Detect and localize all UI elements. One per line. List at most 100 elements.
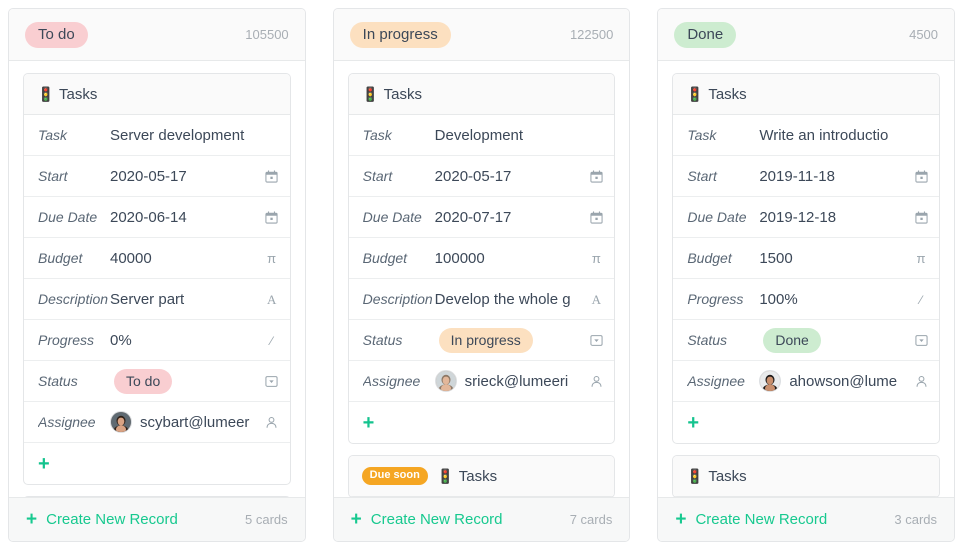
attribute-row[interactable]: Assignee scybart@lumeer [24,402,290,443]
attribute-value[interactable]: ahowson@lume [759,370,913,392]
attribute-value[interactable]: 2019-11-18 [759,168,913,185]
plus-icon[interactable]: + [38,454,50,474]
record-card[interactable]: Due soon 🚦 Tasks [347,455,616,497]
percent-icon: ⁄ [920,292,923,307]
add-attribute-row[interactable]: + [349,402,615,443]
attribute-row[interactable]: Budget 1500 π [673,238,940,279]
traffic-light-icon: 🚦 [686,468,704,484]
user-icon [913,375,929,388]
attribute-value[interactable]: Develop the whole g [435,291,589,308]
record-card-header[interactable]: 🚦 Tasks [348,74,615,115]
calendar-icon [588,169,604,183]
attribute-row[interactable]: Description Server part A [24,279,290,320]
attribute-row[interactable]: Task Write an introductio [673,115,940,156]
percent-icon: ⁄ [270,333,273,348]
attribute-value[interactable]: Development [435,127,589,144]
create-new-record-label: Create New Record [46,511,178,528]
record-card-title: Tasks [708,85,747,103]
number-pi-icon: π [591,250,601,266]
text-a-icon: A [266,291,277,307]
attribute-value[interactable]: scybart@lumeer [110,411,264,433]
attribute-label: Due Date [687,209,747,225]
attribute-row[interactable]: Due Date 2020-06-14 [24,197,290,238]
create-new-record-button[interactable]: + Create New Record [675,510,827,529]
record-card[interactable]: 🚦 Tasks Task Server development Start 2020-05… [23,73,291,485]
attribute-row[interactable]: Start 2020-05-17 [24,156,290,197]
attribute-value[interactable]: 40000 [110,250,264,267]
attribute-value[interactable]: Write an introductio [759,127,913,144]
attribute-row[interactable]: Progress 0% ⁄ [24,320,290,361]
attribute-row[interactable]: Assignee ahowson@lume [673,361,940,402]
record-card-header[interactable]: 🚦 Tasks [24,74,290,115]
attribute-value[interactable]: 1500 [759,250,913,267]
attribute-row[interactable]: Start 2020-05-17 [348,156,615,197]
create-new-record-button[interactable]: + Create New Record [26,510,178,529]
record-card-title: Tasks [708,467,747,485]
column-sum: 105500 [245,27,289,42]
attribute-row[interactable]: Budget 40000 π [24,238,290,279]
record-card-header[interactable]: Due soon 🚦 Tasks [348,456,615,497]
attribute-row[interactable]: Budget 100000 π [348,238,615,279]
attribute-value[interactable]: 100% [759,291,913,308]
plus-icon: + [675,509,687,530]
add-attribute-row[interactable]: + [24,443,290,484]
column-title-badge[interactable]: Done [674,21,737,48]
column-title-badge[interactable]: In progress [349,21,451,48]
attribute-value[interactable]: To do [110,368,264,394]
attribute-value[interactable]: 0% [110,332,264,349]
record-card-header[interactable]: 🚦 Tasks [673,456,940,497]
kanban-column-to-do: To do 105500 🚦 Tasks Task Server development S… [0,0,314,550]
attribute-label: Status [362,332,403,348]
attribute-value[interactable]: srieck@lumeeri [434,370,589,392]
add-attribute-row[interactable]: + [673,402,939,443]
attribute-row[interactable]: Status To do [24,361,290,402]
column-title-badge[interactable]: To do [25,21,88,48]
column-card-list[interactable]: 🚦 Tasks Task Write an introductio Start 2019-… [658,61,955,497]
card-count: 3 cards [894,512,938,527]
calendar-icon [264,210,280,224]
record-card-title: Tasks [458,467,498,485]
select-box-icon [588,334,604,347]
card-count: 5 cards [245,512,288,527]
attribute-value[interactable]: Done [759,327,913,353]
assignee-email: srieck@lumeeri [464,372,569,390]
attribute-row[interactable]: Task Development [348,115,615,156]
record-card[interactable]: 🚦 Tasks Task Write an introductio Start 2019-… [672,73,941,444]
attribute-value[interactable]: Server development [110,127,264,144]
attribute-value[interactable]: Server part [110,291,264,308]
create-new-record-button[interactable]: + Create New Record [351,510,503,529]
record-card[interactable]: 🚦 Tasks Task Development Start 2020-05-17 Due … [347,73,616,444]
column-header: In progress 122500 [333,9,630,61]
plus-icon[interactable]: + [363,413,375,433]
calendar-icon [913,210,929,224]
plus-icon[interactable]: + [687,413,699,433]
column-footer: + Create New Record 3 cards [658,497,955,541]
attribute-label: Status [38,373,78,389]
attribute-value[interactable]: 100000 [435,250,589,267]
attribute-value[interactable]: 2019-12-18 [759,209,913,226]
attribute-value[interactable]: 2020-05-17 [110,168,264,185]
record-card[interactable]: 🚦 Tasks [672,455,941,497]
status-badge[interactable]: In progress [438,327,533,353]
attribute-value[interactable]: 2020-07-17 [435,209,589,226]
attribute-row[interactable]: Assignee srieck@lumeeri [348,361,615,402]
attribute-row[interactable]: Status In progress [348,320,615,361]
attribute-row[interactable]: Due Date 2020-07-17 [348,197,615,238]
kanban-board: To do 105500 🚦 Tasks Task Server development S… [0,0,963,550]
record-card[interactable] [23,496,291,497]
status-badge[interactable]: Done [763,327,821,353]
attribute-value[interactable]: 2020-05-17 [435,168,589,185]
create-new-record-label: Create New Record [695,511,828,528]
attribute-row[interactable]: Start 2019-11-18 [673,156,940,197]
attribute-row[interactable]: Description Develop the whole gA [348,279,615,320]
column-card-list[interactable]: 🚦 Tasks Task Development Start 2020-05-17 Due … [333,61,630,497]
attribute-row[interactable]: Status Done [673,320,940,361]
status-badge[interactable]: To do [114,368,173,394]
record-card-header[interactable]: 🚦 Tasks [673,74,940,115]
column-card-list[interactable]: 🚦 Tasks Task Server development Start 2020-05… [9,61,305,497]
attribute-value[interactable]: 2020-06-14 [110,209,264,226]
attribute-row[interactable]: Due Date 2019-12-18 [673,197,940,238]
attribute-row[interactable]: Progress 100% ⁄ [673,279,940,320]
attribute-value[interactable]: In progress [435,327,589,353]
attribute-row[interactable]: Task Server development [24,115,290,156]
